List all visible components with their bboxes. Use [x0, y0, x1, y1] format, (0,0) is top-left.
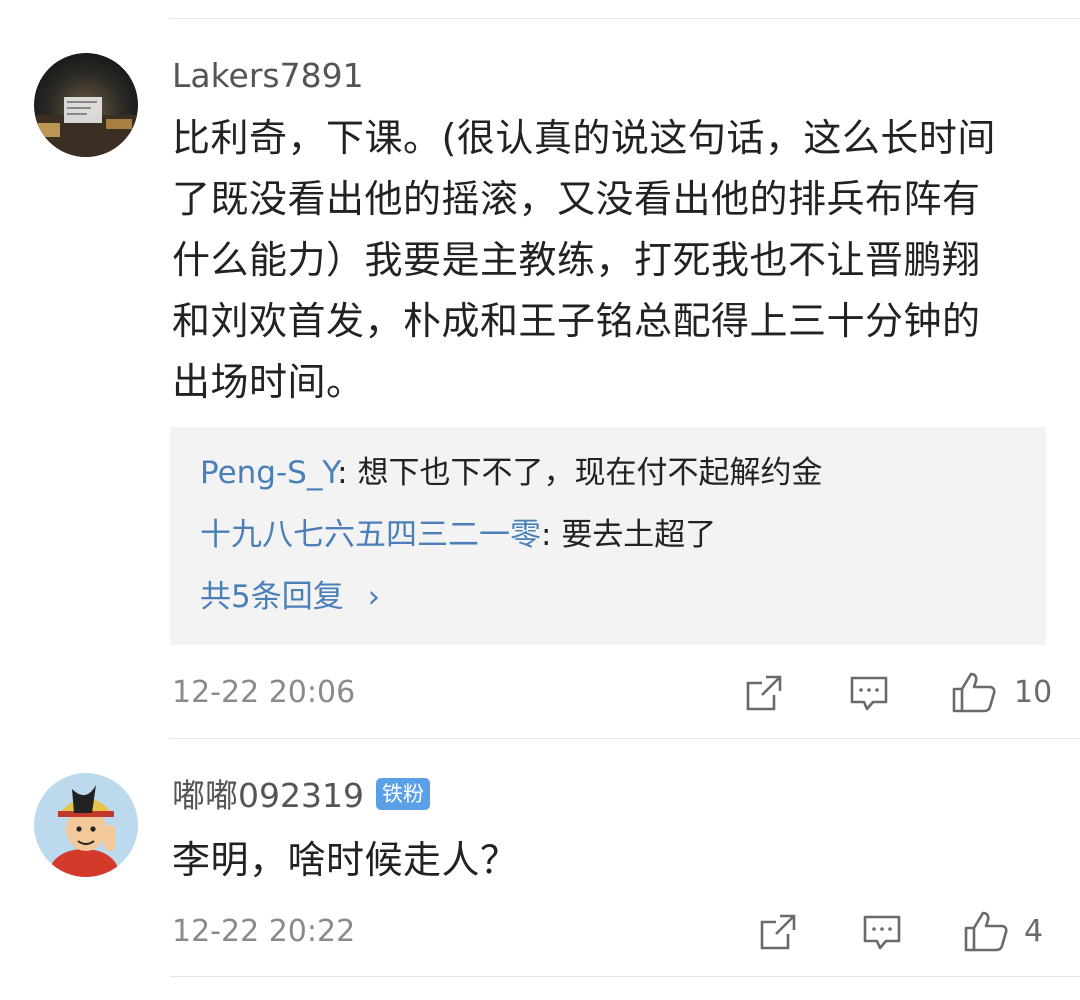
thumbs-up-icon [952, 672, 996, 713]
comment-list: Lakers7891 比利奇，下课。(很认真的说这句话，这么长时间 了既没看出他… [0, 0, 1080, 1000]
reply-text: 想下也下不了，现在付不起解约金 [357, 455, 823, 491]
username[interactable]: 嘟嘟092319 铁粉 [172, 776, 430, 816]
share-button[interactable] [758, 910, 798, 954]
more-replies-link[interactable]: 共5条回复 › [200, 577, 380, 617]
share-icon [746, 675, 782, 711]
reply-button[interactable] [849, 671, 889, 715]
chevron-right-icon: › [367, 579, 380, 615]
avatar-image [34, 53, 138, 157]
reply-preview-box[interactable]: Peng-S_Y: 想下也下不了，现在付不起解约金 十九八七六五四三二一零: 要… [170, 427, 1046, 645]
comment-text-line: 了既没看出他的摇滚，又没看出他的排兵布阵有 [172, 177, 981, 221]
reply-text: 要去土超了 [561, 517, 717, 553]
reply-item[interactable]: Peng-S_Y: 想下也下不了，现在付不起解约金 [200, 453, 822, 493]
timestamp: 12-22 20:22 [172, 914, 356, 949]
comment-text-line: 什么能力）我要是主教练，打死我也不让晋鹏翔 [172, 238, 981, 282]
like-button[interactable] [952, 671, 996, 715]
username[interactable]: Lakers7891 [172, 56, 364, 96]
reply-separator: : [541, 517, 562, 553]
share-button[interactable] [744, 671, 784, 715]
reply-item[interactable]: 十九八七六五四三二一零: 要去土超了 [200, 515, 716, 555]
comment-meta: 12-22 20:22 4 [172, 910, 1046, 954]
comment-meta: 12-22 20:06 10 [172, 671, 1052, 715]
divider-bottom [170, 976, 1080, 977]
timestamp: 12-22 20:06 [172, 675, 356, 710]
thumbs-up-icon [964, 911, 1008, 952]
like-count: 4 [1024, 914, 1044, 949]
more-replies-label: 共5条回复 [200, 579, 344, 615]
reply-separator: : [337, 455, 358, 491]
share-icon [760, 914, 796, 950]
like-button[interactable] [964, 910, 1008, 954]
avatar[interactable] [34, 773, 138, 877]
comment-text-line: 出场时间。 [172, 360, 365, 404]
reply-button[interactable] [862, 910, 902, 954]
comment-text-line: 和刘欢首发，朴成和王子铭总配得上三十分钟的 [172, 299, 981, 343]
avatar-image [34, 773, 138, 877]
comment-icon [863, 915, 901, 950]
comment-icon [850, 676, 888, 711]
divider-top [170, 18, 1080, 19]
avatar[interactable] [34, 53, 138, 157]
comment-text: 李明，啥时候走人？ [172, 838, 519, 882]
fan-badge: 铁粉 [375, 778, 430, 810]
divider [170, 738, 1080, 739]
reply-author[interactable]: 十九八七六五四三二一零 [200, 517, 541, 553]
comment-text-line: 比利奇，下课。(很认真的说这句话，这么长时间 [172, 116, 996, 160]
reply-author[interactable]: Peng-S_Y [200, 455, 337, 491]
username-text[interactable]: 嘟嘟092319 [172, 776, 364, 815]
like-count: 10 [1014, 675, 1053, 710]
comment-text: 比利奇，下课。(很认真的说这句话，这么长时间 了既没看出他的摇滚，又没看出他的排… [172, 108, 1032, 413]
